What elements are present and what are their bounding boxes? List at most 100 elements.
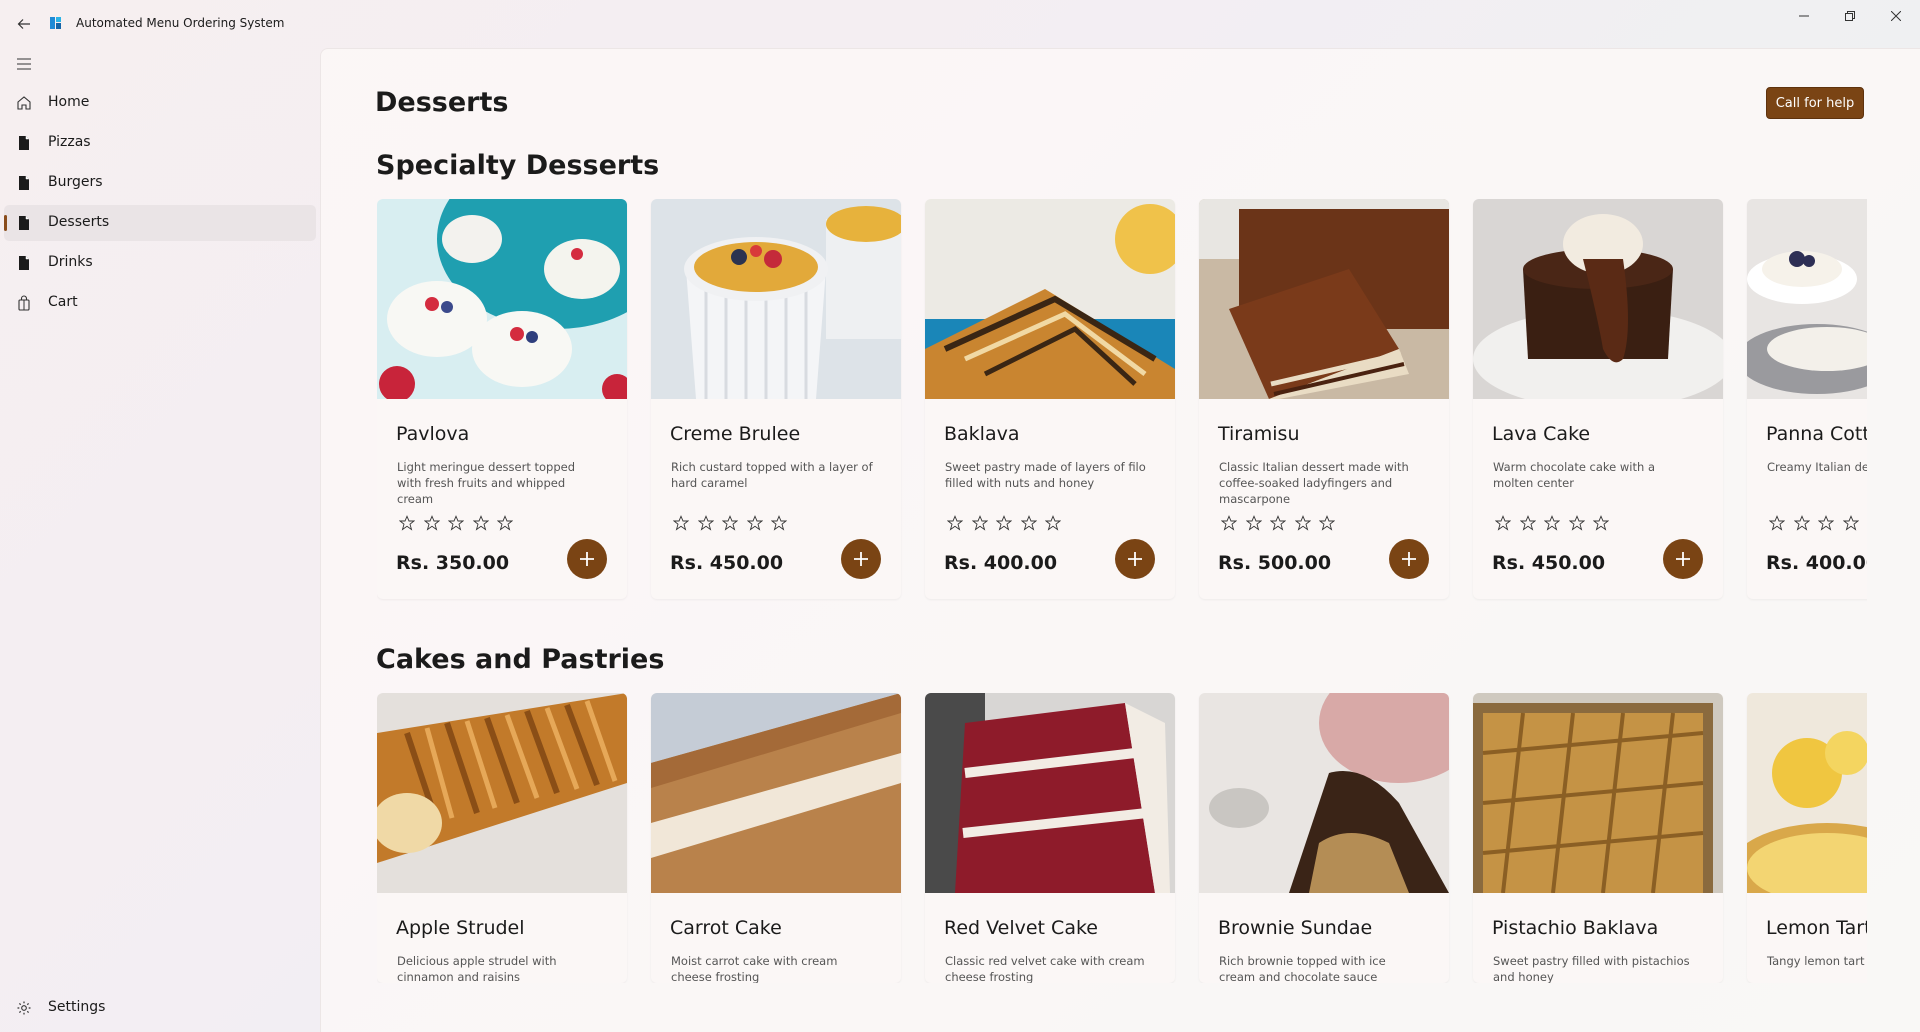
star-icon[interactable] [1566, 512, 1588, 534]
minimize-button[interactable] [1781, 0, 1827, 32]
menu-item-description: Rich brownie topped with ice cream and c… [1219, 954, 1386, 983]
sidebar-item-burgers[interactable]: Burgers [4, 165, 316, 201]
sidebar-item-home[interactable]: Home [4, 85, 316, 121]
rating-stars [1492, 512, 1615, 534]
star-icon[interactable] [494, 512, 516, 534]
add-to-cart-button[interactable] [1115, 539, 1155, 579]
app-title: Automated Menu Ordering System [76, 16, 285, 30]
star-icon[interactable] [768, 512, 790, 534]
menu-item-name: Carrot Cake [670, 917, 782, 939]
star-icon[interactable] [1492, 512, 1514, 534]
rating-stars [1218, 512, 1341, 534]
menu-card[interactable]: Creme Brulee Rich custard topped with a … [651, 199, 901, 599]
menu-item-description: Classic Italian dessert made with coffee… [1219, 460, 1409, 506]
creme-brulee-image [651, 199, 901, 399]
back-button[interactable] [10, 10, 38, 38]
sidebar-item-label: Cart [48, 294, 78, 310]
sidebar-item-drinks[interactable]: Drinks [4, 245, 316, 281]
menu-item-name: Red Velvet Cake [944, 917, 1098, 939]
star-icon[interactable] [1815, 512, 1837, 534]
menu-item-price: Rs. 400.00 [1766, 552, 1867, 574]
star-icon[interactable] [1042, 512, 1064, 534]
menu-item-name: Lava Cake [1492, 423, 1591, 445]
menu-card[interactable]: Pavlova Light meringue dessert topped wi… [377, 199, 627, 599]
menu-card[interactable]: Baklava Sweet pastry made of layers of f… [925, 199, 1175, 599]
document-icon [19, 216, 29, 230]
hamburger-icon [17, 58, 31, 70]
menu-item-name: Lemon Tart [1766, 917, 1867, 939]
star-icon[interactable] [670, 512, 692, 534]
restore-icon [1845, 11, 1855, 21]
star-icon[interactable] [396, 512, 418, 534]
plus-icon [854, 552, 868, 566]
star-icon[interactable] [1517, 512, 1539, 534]
carrot-cake-image [651, 693, 901, 893]
star-icon[interactable] [1541, 512, 1563, 534]
app-logo-icon [48, 15, 64, 31]
plus-icon [1128, 552, 1142, 566]
star-icon[interactable] [1243, 512, 1265, 534]
menu-card[interactable]: Carrot Cake Moist carrot cake with cream… [651, 693, 901, 983]
baklava-image [925, 199, 1175, 399]
sidebar-item-desserts[interactable]: Desserts [4, 205, 316, 241]
sidebar-item-pizzas[interactable]: Pizzas [4, 125, 316, 161]
menu-card[interactable]: Pistachio Baklava Sweet pastry filled wi… [1473, 693, 1723, 983]
menu-card[interactable]: Brownie Sundae Rich brownie topped with … [1199, 693, 1449, 983]
star-icon[interactable] [744, 512, 766, 534]
star-icon[interactable] [1018, 512, 1040, 534]
back-arrow-icon [17, 19, 30, 29]
star-icon[interactable] [1267, 512, 1289, 534]
sidebar-item-label: Drinks [48, 254, 93, 270]
star-icon[interactable] [719, 512, 741, 534]
star-icon[interactable] [1292, 512, 1314, 534]
brownie-sundae-image [1199, 693, 1449, 893]
star-icon[interactable] [1590, 512, 1612, 534]
star-icon[interactable] [695, 512, 717, 534]
menu-card[interactable]: Red Velvet Cake Classic red velvet cake … [925, 693, 1175, 983]
pavlova-image [377, 199, 627, 399]
page-title: Desserts [375, 87, 509, 118]
star-icon[interactable] [445, 512, 467, 534]
menu-toggle-button[interactable] [10, 50, 38, 78]
star-icon[interactable] [1218, 512, 1240, 534]
menu-item-name: Creme Brulee [670, 423, 801, 445]
menu-item-description: Creamy Italian des fruit sauce [1767, 460, 1867, 474]
menu-card[interactable]: Apple Strudel Delicious apple strudel wi… [377, 693, 627, 983]
menu-item-description: Warm chocolate cake with a molten center [1493, 460, 1656, 490]
specialty-desserts-row: Pavlova Light meringue dessert topped wi… [377, 199, 1867, 604]
add-to-cart-button[interactable] [1389, 539, 1429, 579]
menu-item-name: Brownie Sundae [1218, 917, 1373, 939]
add-to-cart-button[interactable] [841, 539, 881, 579]
plus-icon [580, 552, 594, 566]
star-icon[interactable] [1791, 512, 1813, 534]
sidebar-item-settings[interactable]: Settings [4, 990, 316, 1026]
star-icon[interactable] [1864, 512, 1867, 534]
add-to-cart-button[interactable] [567, 539, 607, 579]
lava-cake-image [1473, 199, 1723, 399]
star-icon[interactable] [969, 512, 991, 534]
restore-button[interactable] [1827, 0, 1873, 32]
panna-cotta-image [1747, 199, 1867, 399]
close-icon [1891, 11, 1901, 21]
star-icon[interactable] [1316, 512, 1338, 534]
star-icon[interactable] [470, 512, 492, 534]
star-icon[interactable] [421, 512, 443, 534]
menu-card[interactable]: Lemon Tart Tangy lemon tart v [1747, 693, 1867, 983]
call-for-help-button[interactable]: Call for help [1766, 87, 1864, 119]
menu-item-name: Panna Cott [1766, 423, 1867, 445]
menu-card[interactable]: Tiramisu Classic Italian dessert made wi… [1199, 199, 1449, 599]
sidebar-item-cart[interactable]: Cart [4, 285, 316, 321]
star-icon[interactable] [1840, 512, 1862, 534]
add-to-cart-button[interactable] [1663, 539, 1703, 579]
menu-card[interactable]: Lava Cake Warm chocolate cake with a mol… [1473, 199, 1723, 599]
rating-stars [670, 512, 793, 534]
menu-item-price: Rs. 400.00 [944, 552, 1058, 574]
star-icon[interactable] [1766, 512, 1788, 534]
star-icon[interactable] [944, 512, 966, 534]
menu-card[interactable]: Panna Cott Creamy Italian des fruit sauc… [1747, 199, 1867, 599]
plus-icon [1676, 552, 1690, 566]
star-icon[interactable] [993, 512, 1015, 534]
close-button[interactable] [1873, 0, 1919, 32]
document-icon [19, 136, 29, 150]
rating-stars [396, 512, 519, 534]
